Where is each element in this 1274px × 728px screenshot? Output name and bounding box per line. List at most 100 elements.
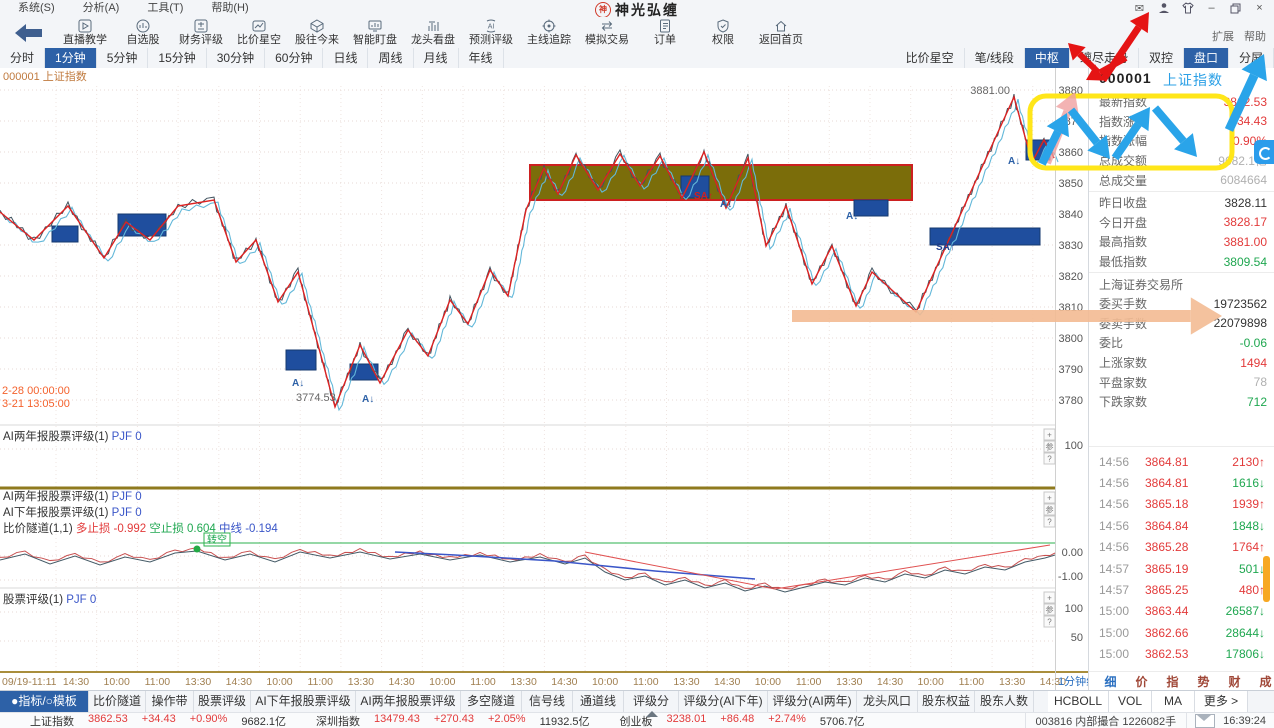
trade-price: 3864.81 xyxy=(1145,476,1211,490)
panel-indicator-VOL[interactable]: VOL xyxy=(1109,691,1152,712)
period-tab-年线[interactable]: 年线 xyxy=(459,48,504,68)
indicator-tab-AI两年报股票评级[interactable]: AI两年报股票评级 xyxy=(356,691,461,712)
indicator-tab-信号线[interactable]: 信号线 xyxy=(522,691,573,712)
restore-icon[interactable] xyxy=(1227,1,1244,15)
toolbar-button-龙头看盘[interactable]: 龙头看盘 xyxy=(404,17,462,49)
svg-text:AI下年报股票评级(1) PJF 0: AI下年报股票评级(1) PJF 0 xyxy=(3,505,142,519)
menu-item[interactable]: 工具(T) xyxy=(133,0,197,17)
toolbar-button-股往今来[interactable]: 股往今来 xyxy=(288,17,346,49)
trade-price: 3864.81 xyxy=(1145,455,1211,469)
indicator-tab-股票评级[interactable]: 股票评级 xyxy=(194,691,251,712)
panel-tab-势[interactable]: 势 xyxy=(1197,673,1209,690)
mode-tabs: 比价星空笔/线段中枢缠尽走势双控盘口分屏 xyxy=(896,48,1274,68)
toolbar-button-主线追踪[interactable]: 主线追踪 xyxy=(520,17,578,49)
floating-assistant-button[interactable] xyxy=(1254,140,1274,164)
toolbar-button-label: 财务评级 xyxy=(179,34,223,47)
quote-row: 下跌家数712 xyxy=(1089,392,1274,412)
toolbar-button-比价星空[interactable]: 比价星空 xyxy=(230,17,288,49)
period-tab-5分钟[interactable]: 5分钟 xyxy=(97,48,149,68)
minimize-icon[interactable]: – xyxy=(1203,1,1220,15)
period-tab-日线[interactable]: 日线 xyxy=(323,48,368,68)
panel-tab-成[interactable]: 成 xyxy=(1259,673,1271,690)
finance-icon xyxy=(194,18,208,34)
toolbar-button-自选股[interactable]: 自选股 xyxy=(114,17,172,49)
index-amount: 5706.7亿 xyxy=(820,713,865,728)
toolbar-button-预测评级[interactable]: AI预测评级 xyxy=(462,17,520,49)
panel-tab-细[interactable]: 细 xyxy=(1104,673,1116,690)
indicator-tab-评级分(AI两年)[interactable]: 评级分(AI两年) xyxy=(768,691,857,712)
period-tab-分时[interactable]: 分时 xyxy=(0,48,45,68)
index-pct: +2.05% xyxy=(488,713,526,728)
toolbar-button-财务评级[interactable]: 财务评级 xyxy=(172,17,230,49)
trade-price: 3865.25 xyxy=(1145,583,1211,597)
quote-row: 指数涨幅0.90% xyxy=(1089,131,1274,151)
period-tab-1分钟[interactable]: 1分钟 xyxy=(45,48,97,68)
period-tab-月线[interactable]: 月线 xyxy=(414,48,459,68)
indicator-tab-比价隧道[interactable]: 比价隧道 xyxy=(89,691,146,712)
mode-tab-缠尽走势[interactable]: 缠尽走势 xyxy=(1070,48,1139,68)
toolbar-button-直播教学[interactable]: 直播教学 xyxy=(56,17,114,49)
index-pct: +2.74% xyxy=(768,713,806,728)
indicator-tab-股东人数[interactable]: 股东人数 xyxy=(975,691,1034,712)
period-tab-周线[interactable]: 周线 xyxy=(368,48,413,68)
panel-indicator-更多 >[interactable]: 更多 > xyxy=(1195,691,1248,712)
toolbar: 直播教学自选股财务评级比价星空股往今来智能盯盘龙头看盘AI预测评级主线追踪模拟交… xyxy=(0,17,1274,49)
back-button[interactable] xyxy=(14,23,44,43)
user-icon[interactable] xyxy=(1155,1,1172,15)
indicator-tab-操作带[interactable]: 操作带 xyxy=(146,691,194,712)
svg-text:2-28 00:00:00: 2-28 00:00:00 xyxy=(2,385,70,397)
quote-value: 3828.17 xyxy=(1224,215,1267,229)
tab-scroll-notch[interactable] xyxy=(646,711,658,717)
mode-tab-分屏[interactable]: 分屏 xyxy=(1229,48,1274,68)
panel-tab-价[interactable]: 价 xyxy=(1135,673,1147,690)
indicator-tab-股东权益[interactable]: 股东权益 xyxy=(918,691,975,712)
quick-link-扩展[interactable]: 扩展 xyxy=(1212,28,1234,44)
main-chart[interactable]: 3880387038603850384038303820381038003790… xyxy=(0,68,1088,690)
skin-icon[interactable] xyxy=(1179,1,1196,15)
mail-icon[interactable]: ✉ xyxy=(1131,1,1148,15)
quote-label: 今日开盘 xyxy=(1099,214,1147,231)
mode-tab-中枢[interactable]: 中枢 xyxy=(1025,48,1070,68)
indicator-tab-评级分(AI下年)[interactable]: 评级分(AI下年) xyxy=(679,691,768,712)
toolbar-button-模拟交易[interactable]: 模拟交易 xyxy=(578,17,636,49)
panel-tab-财[interactable]: 财 xyxy=(1228,673,1240,690)
toolbar-button-智能盯盘[interactable]: 智能盯盘 xyxy=(346,17,404,49)
period-tab-60分钟[interactable]: 60分钟 xyxy=(265,48,323,68)
mode-tab-双控[interactable]: 双控 xyxy=(1139,48,1184,68)
mode-tab-比价星空[interactable]: 比价星空 xyxy=(896,48,965,68)
trade-volume: 480↑ xyxy=(1211,583,1265,597)
trade-price: 3862.53 xyxy=(1145,647,1211,661)
mode-tab-盘口[interactable]: 盘口 xyxy=(1184,48,1229,68)
period-tab-30分钟[interactable]: 30分钟 xyxy=(207,48,265,68)
indicator-tab-评级分[interactable]: 评级分 xyxy=(624,691,679,712)
svg-text:13:30: 13:30 xyxy=(673,676,699,688)
menu-item[interactable]: 系统(S) xyxy=(4,0,69,17)
mode-tab-笔/线段[interactable]: 笔/线段 xyxy=(965,48,1025,68)
toolbar-button-权限[interactable]: 权限 xyxy=(694,17,752,49)
quick-link-帮助[interactable]: 帮助 xyxy=(1244,28,1266,44)
quote-value: 78 xyxy=(1254,375,1267,389)
menu-item[interactable]: 分析(A) xyxy=(69,0,134,17)
panel-tab-指[interactable]: 指 xyxy=(1166,673,1178,690)
indicator-tab-龙头风口[interactable]: 龙头风口 xyxy=(857,691,918,712)
indicator-tab-多空隧道[interactable]: 多空隧道 xyxy=(461,691,522,712)
close-icon[interactable]: × xyxy=(1251,1,1268,15)
indicator-tab-AI下年报股票评级[interactable]: AI下年报股票评级 xyxy=(251,691,356,712)
svg-text:14:30: 14:30 xyxy=(714,676,740,688)
svg-text:?: ? xyxy=(1047,618,1052,627)
compare-icon xyxy=(252,18,266,34)
menu-item[interactable]: 帮助(H) xyxy=(197,0,262,17)
toolbar-button-订单[interactable]: 订单 xyxy=(636,17,694,49)
index-price: 3862.53 xyxy=(88,713,128,728)
panel-indicator-HCBOLL[interactable]: HCBOLL xyxy=(1048,691,1109,712)
period-tab-15分钟[interactable]: 15分钟 xyxy=(148,48,206,68)
status-index-深圳指数: 深圳指数13479.43+270.43+2.05%11932.5亿 xyxy=(316,713,590,728)
quote-label: 最高指数 xyxy=(1099,233,1147,250)
message-icon[interactable] xyxy=(1195,714,1215,728)
panel-indicator-MA[interactable]: MA xyxy=(1152,691,1195,712)
indicator-tab-指标模板[interactable]: ●指标/○模板 xyxy=(0,691,89,712)
panel-scrollbar-thumb[interactable] xyxy=(1263,556,1270,602)
svg-text:14:30: 14:30 xyxy=(551,676,577,688)
indicator-tab-通道线[interactable]: 通道线 xyxy=(573,691,624,712)
toolbar-button-返回首页[interactable]: 返回首页 xyxy=(752,17,810,49)
